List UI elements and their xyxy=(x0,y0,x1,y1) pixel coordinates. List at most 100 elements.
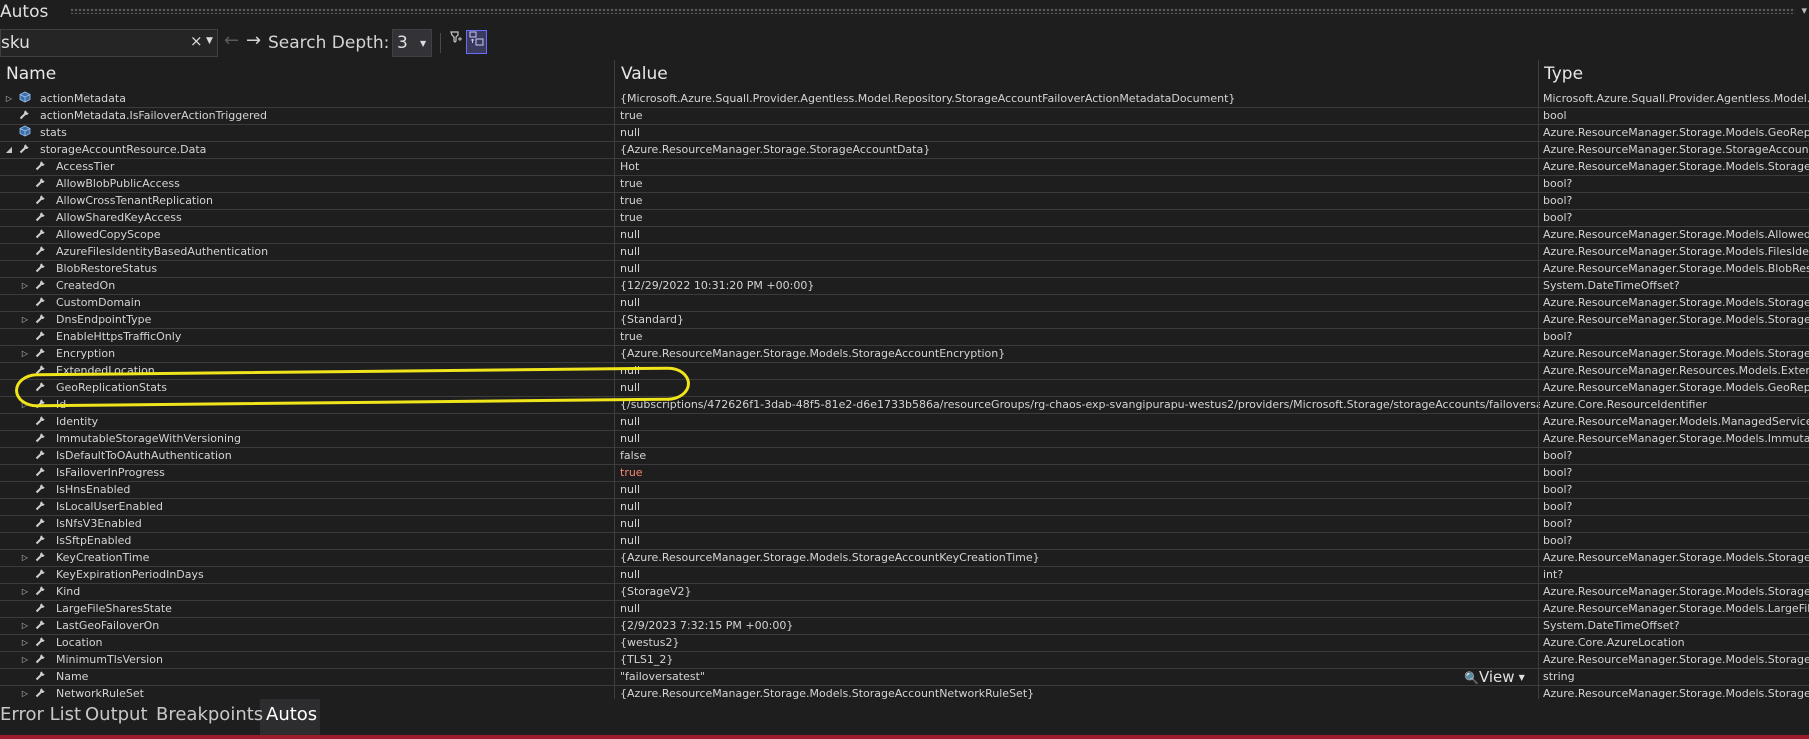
search-next-arrow-icon[interactable]: → xyxy=(246,30,261,51)
table-row[interactable]: ▷ LastGeoFailoverOn {2/9/2023 7:32:15 PM +… xyxy=(0,617,1809,635)
row-value[interactable]: {Azure.ResourceManager.Storage.Models.St… xyxy=(620,550,1540,566)
row-value[interactable]: null xyxy=(620,567,1540,583)
table-row[interactable]: ◢ storageAccountResource.Data {Azure.Resou… xyxy=(0,141,1809,159)
table-row[interactable]: IsFailoverInProgress true bool? xyxy=(0,464,1809,482)
row-value[interactable]: Hot xyxy=(620,159,1540,175)
expand-arrow-icon[interactable]: ▷ xyxy=(20,618,30,634)
search-depth-select[interactable]: 3 ▼ xyxy=(392,29,432,57)
row-value[interactable]: true xyxy=(620,329,1540,345)
row-value[interactable]: null xyxy=(620,125,1540,141)
expand-arrow-icon[interactable]: ▷ xyxy=(20,312,30,328)
row-value[interactable]: null xyxy=(620,295,1540,311)
window-options-chevron-icon[interactable]: ▾ xyxy=(1801,4,1807,17)
table-row[interactable]: AllowCrossTenantReplication true bool? xyxy=(0,192,1809,210)
row-value[interactable]: true xyxy=(620,176,1540,192)
expand-arrow-icon[interactable]: ▷ xyxy=(4,91,14,107)
table-row[interactable]: ▷ Encryption {Azure.ResourceManager.Storag… xyxy=(0,345,1809,363)
expand-arrow-icon[interactable]: ▷ xyxy=(20,584,30,600)
table-row[interactable]: EnableHttpsTrafficOnly true bool? xyxy=(0,328,1809,346)
table-row[interactable]: BlobRestoreStatus null Azure.ResourceManag… xyxy=(0,260,1809,278)
table-row[interactable]: IsDefaultToOAuthAuthentication false bool? xyxy=(0,447,1809,465)
row-value[interactable]: {Standard} xyxy=(620,312,1540,328)
expand-arrow-icon[interactable]: ▷ xyxy=(20,635,30,651)
row-value[interactable]: {Azure.ResourceManager.Storage.StorageAc… xyxy=(620,142,1540,158)
hex-display-toggle-icon[interactable] xyxy=(466,30,487,54)
search-previous-arrow-icon[interactable]: ← xyxy=(224,30,239,51)
expand-arrow-icon[interactable]: ▷ xyxy=(20,550,30,566)
column-header-type[interactable]: Type xyxy=(1544,64,1583,84)
collapse-arrow-icon[interactable]: ◢ xyxy=(4,142,14,158)
table-row[interactable]: Identity null Azure.ResourceManager.Models… xyxy=(0,413,1809,431)
row-value[interactable]: null xyxy=(620,482,1540,498)
table-row[interactable]: ▷ actionMetadata {Microsoft.Azure.Squall.P… xyxy=(0,90,1809,108)
table-row[interactable]: ▷ Id {/subscriptions/472626f1-3dab-48f5-81… xyxy=(0,396,1809,414)
row-value[interactable]: {TLS1_2} xyxy=(620,652,1540,668)
search-history-chevron-icon[interactable]: ▼ xyxy=(206,36,213,46)
column-header-value[interactable]: Value xyxy=(621,64,668,84)
row-value[interactable]: true xyxy=(620,193,1540,209)
table-row[interactable]: ExtendedLocation null Azure.ResourceManage… xyxy=(0,362,1809,380)
column-splitter[interactable] xyxy=(1538,60,1539,90)
table-row[interactable]: IsLocalUserEnabled null bool? xyxy=(0,498,1809,516)
table-row[interactable]: AllowSharedKeyAccess true bool? xyxy=(0,209,1809,227)
row-value[interactable]: {12/29/2022 10:31:20 PM +00:00} xyxy=(620,278,1540,294)
table-row[interactable]: GeoReplicationStats null Azure.ResourceMan… xyxy=(0,379,1809,397)
row-value[interactable]: null xyxy=(620,601,1540,617)
row-value[interactable]: null xyxy=(620,380,1540,396)
row-value[interactable]: null xyxy=(620,261,1540,277)
table-row[interactable]: ImmutableStorageWithVersioning null Azure.… xyxy=(0,430,1809,448)
row-value[interactable]: null xyxy=(620,414,1540,430)
row-value[interactable]: true xyxy=(620,108,1540,124)
table-row[interactable]: IsHnsEnabled null bool? xyxy=(0,481,1809,499)
table-row[interactable]: ▷ MinimumTlsVersion {TLS1_2} Azure.Resource… xyxy=(0,651,1809,669)
row-value[interactable]: {StorageV2} xyxy=(620,584,1540,600)
expand-arrow-icon[interactable]: ▷ xyxy=(20,346,30,362)
row-value[interactable]: false xyxy=(620,448,1540,464)
row-value[interactable]: null xyxy=(620,516,1540,532)
table-row[interactable]: AllowedCopyScope null Azure.ResourceManage… xyxy=(0,226,1809,244)
row-value[interactable]: null xyxy=(620,363,1540,379)
table-row[interactable]: IsNfsV3Enabled null bool? xyxy=(0,515,1809,533)
expand-arrow-icon[interactable]: ▷ xyxy=(20,397,30,413)
table-row[interactable]: LargeFileSharesState null Azure.ResourceMa… xyxy=(0,600,1809,618)
row-value[interactable]: {Microsoft.Azure.Squall.Provider.Agentle… xyxy=(620,91,1540,107)
tab-output[interactable]: Output xyxy=(85,704,148,725)
table-row[interactable]: ▷ CreatedOn {12/29/2022 10:31:20 PM +00:00… xyxy=(0,277,1809,295)
expand-arrow-icon[interactable]: ▷ xyxy=(20,652,30,668)
table-row[interactable]: ▷ NetworkRuleSet {Azure.ResourceManager.St… xyxy=(0,685,1809,699)
row-value[interactable]: {2/9/2023 7:32:15 PM +00:00} xyxy=(620,618,1540,634)
clear-search-icon[interactable]: × xyxy=(190,32,203,50)
view-visualizer-button[interactable]: 🔍View ▼ xyxy=(1464,669,1525,687)
row-value[interactable]: null xyxy=(620,431,1540,447)
table-row[interactable]: CustomDomain null Azure.ResourceManager.St… xyxy=(0,294,1809,312)
table-row[interactable]: AccessTier Hot Azure.ResourceManager.Stora… xyxy=(0,158,1809,176)
row-value[interactable]: null xyxy=(620,227,1540,243)
table-row[interactable]: stats null Azure.ResourceManager.Storage.M… xyxy=(0,124,1809,142)
row-value[interactable]: "failoversatest" xyxy=(620,669,1540,685)
table-row[interactable]: ▷ Location {westus2} Azure.Core.AzureLocati… xyxy=(0,634,1809,652)
expand-arrow-icon[interactable]: ▷ xyxy=(20,278,30,294)
table-row[interactable]: ▷ DnsEndpointType {Standard} Azure.Resource… xyxy=(0,311,1809,329)
row-value[interactable]: true xyxy=(620,210,1540,226)
row-value[interactable]: null xyxy=(620,533,1540,549)
drag-grip[interactable] xyxy=(70,8,1795,14)
expand-arrow-icon[interactable]: ▷ xyxy=(20,686,30,699)
table-row[interactable]: KeyExpirationPeriodInDays null int? xyxy=(0,566,1809,584)
table-row[interactable]: ▷ KeyCreationTime {Azure.ResourceManager.S… xyxy=(0,549,1809,567)
tab-autos[interactable]: Autos xyxy=(266,704,317,725)
table-row[interactable]: IsSftpEnabled null bool? xyxy=(0,532,1809,550)
tab-error-list[interactable]: Error List xyxy=(0,704,81,725)
column-header-name[interactable]: Name xyxy=(6,64,56,84)
row-value[interactable]: {Azure.ResourceManager.Storage.Models.St… xyxy=(620,346,1540,362)
row-value[interactable]: {westus2} xyxy=(620,635,1540,651)
table-row[interactable]: actionMetadata.IsFailoverActionTriggered… xyxy=(0,107,1809,125)
row-value[interactable]: null xyxy=(620,244,1540,260)
table-row[interactable]: ▷ Kind {StorageV2} Azure.ResourceManager.St… xyxy=(0,583,1809,601)
row-value[interactable]: {/subscriptions/472626f1-3dab-48f5-81e2-… xyxy=(620,397,1540,413)
table-row[interactable]: AzureFilesIdentityBasedAuthentication nul… xyxy=(0,243,1809,261)
search-input[interactable] xyxy=(1,30,187,56)
row-value[interactable]: null xyxy=(620,499,1540,515)
pin-icon[interactable] xyxy=(446,30,466,54)
row-value[interactable]: {Azure.ResourceManager.Storage.Models.St… xyxy=(620,686,1540,699)
table-row[interactable]: AllowBlobPublicAccess true bool? xyxy=(0,175,1809,193)
